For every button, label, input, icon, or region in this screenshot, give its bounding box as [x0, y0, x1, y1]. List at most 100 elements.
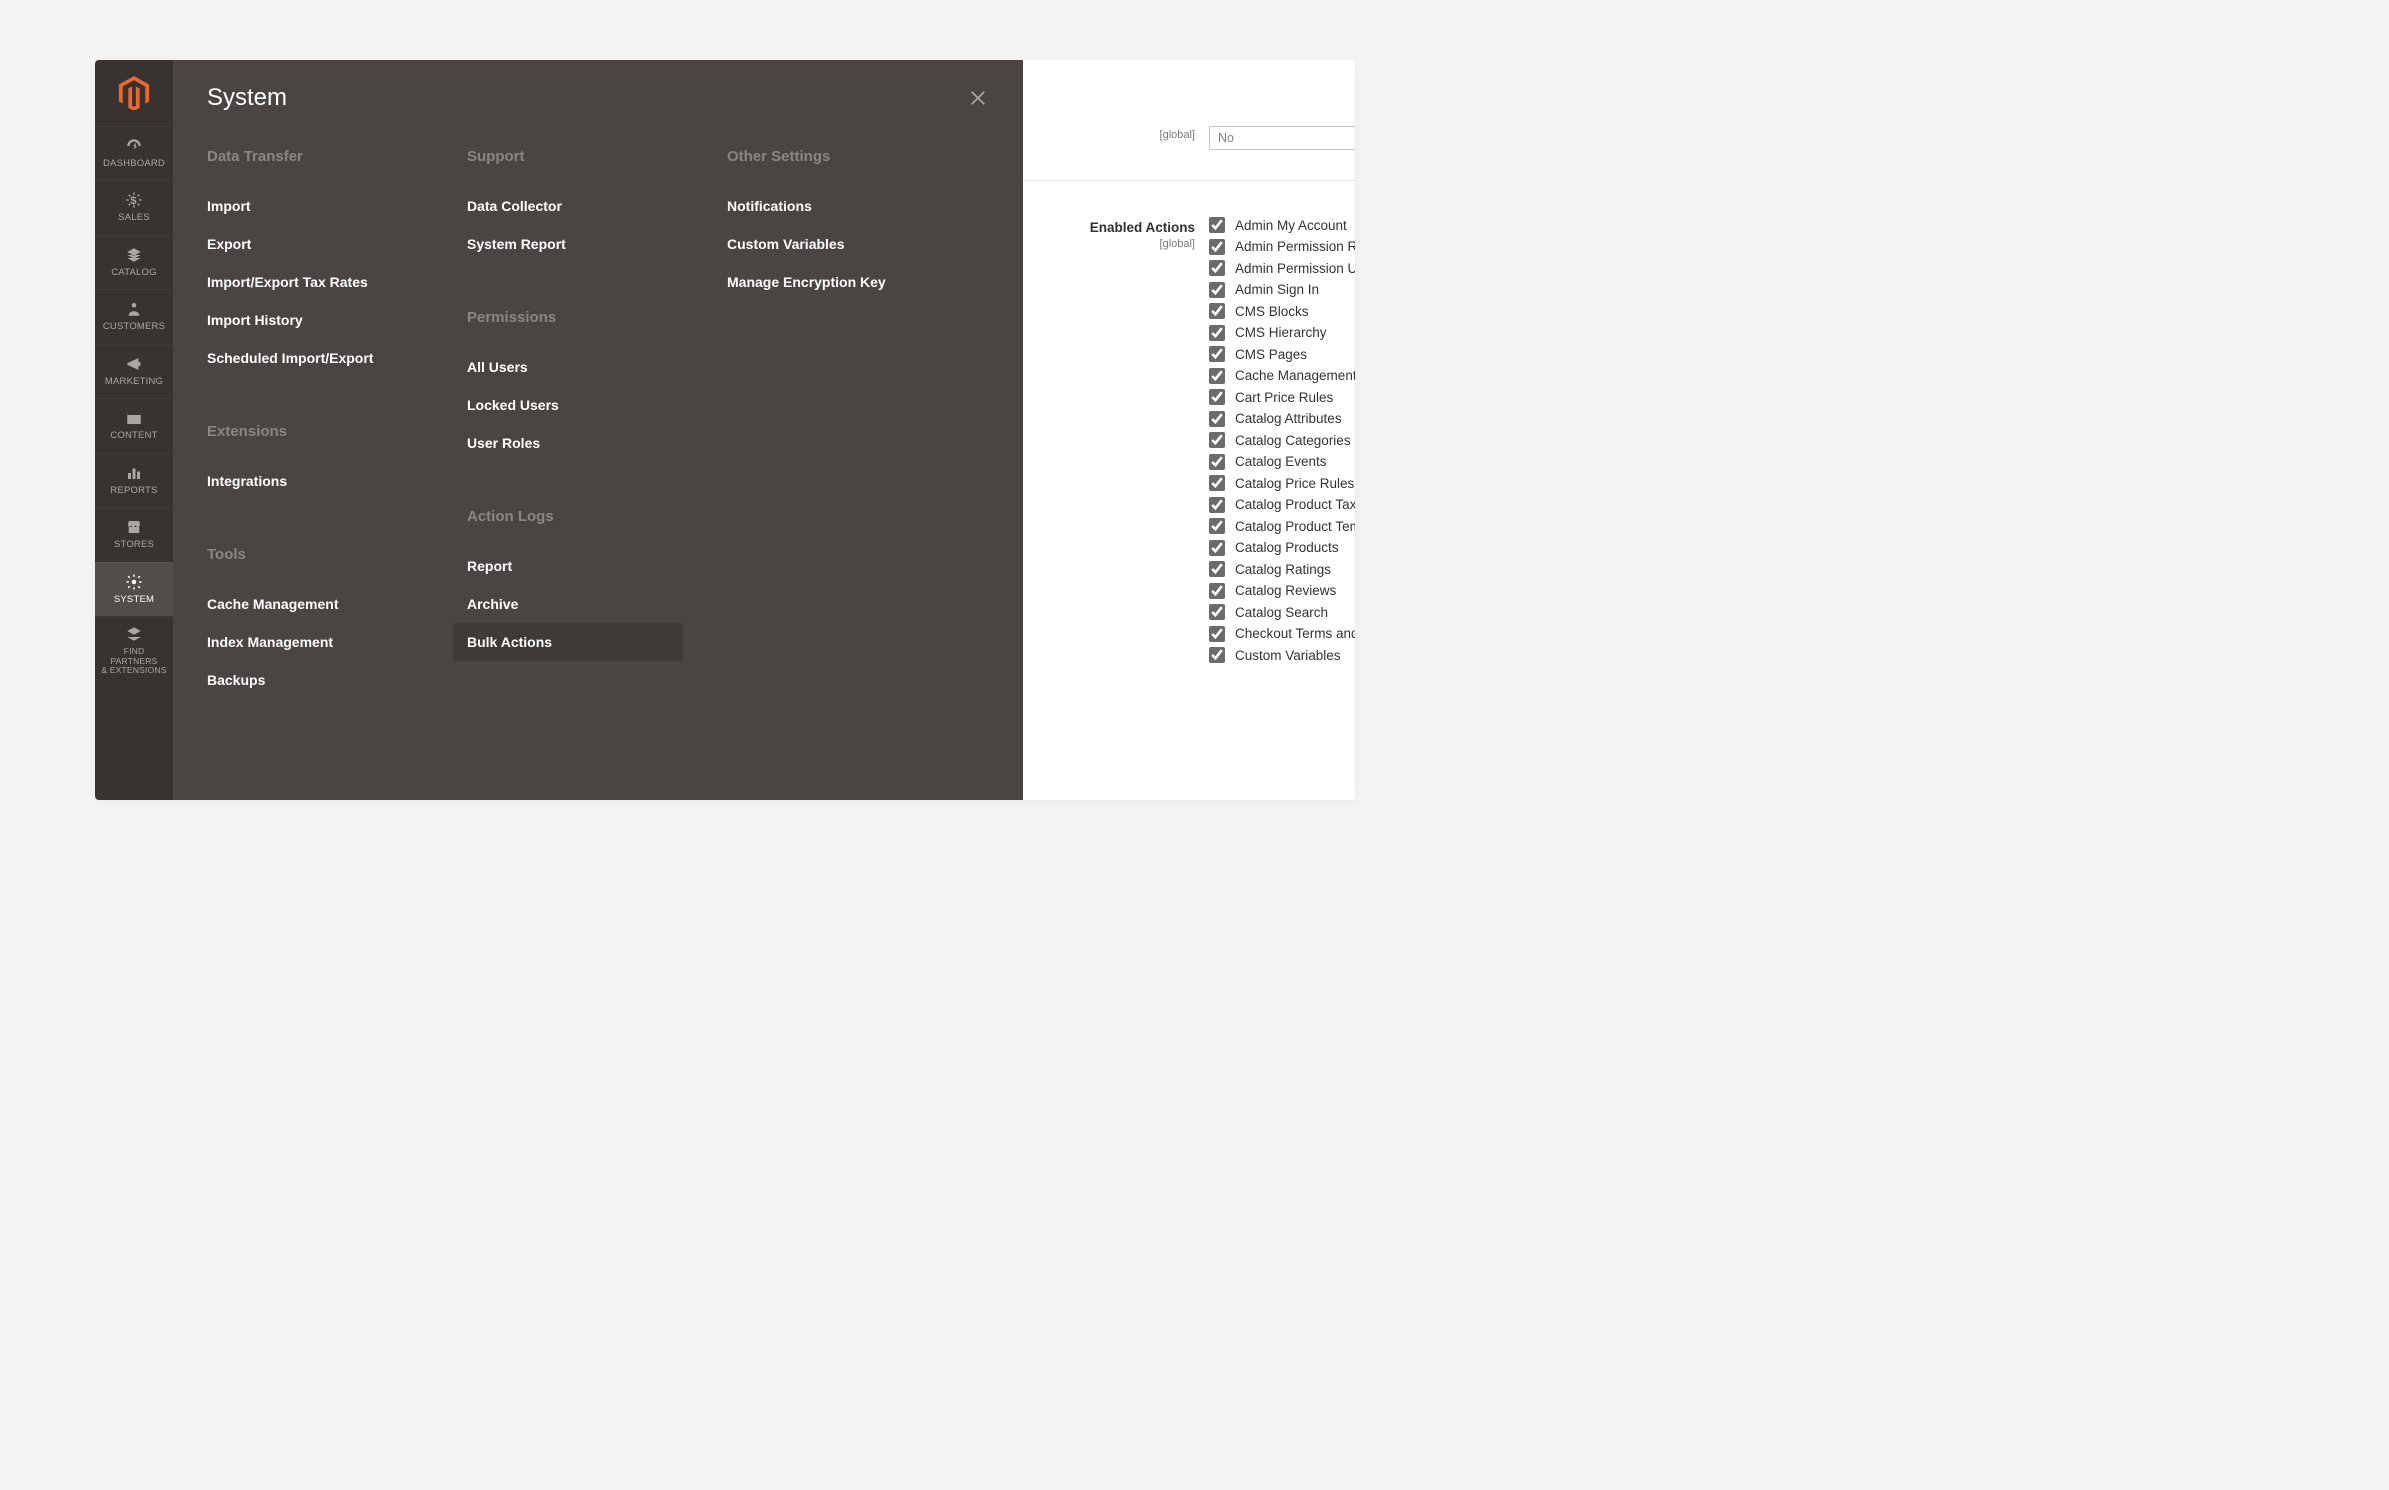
action-checkbox-row: Catalog Attributes [1209, 411, 1355, 427]
enabled-actions-scope: [global] [1023, 238, 1195, 250]
nav-label: CONTENT [110, 431, 157, 441]
action-checkbox-row: Catalog Categories [1209, 432, 1355, 448]
flyout-col-2: SupportData CollectorSystem ReportPermis… [467, 148, 727, 707]
menu-import[interactable]: Import [207, 187, 467, 225]
config-content: [global] No Enabled Actions [global] Adm… [1023, 60, 1355, 800]
action-checkbox[interactable] [1209, 604, 1225, 620]
nav-reports[interactable]: REPORTS [95, 453, 173, 507]
action-label: Admin My Account [1235, 218, 1347, 233]
action-checkbox[interactable] [1209, 411, 1225, 427]
action-label: Catalog Ratings [1235, 562, 1331, 577]
action-checkbox[interactable] [1209, 432, 1225, 448]
divider [1023, 180, 1355, 181]
action-checkbox-row: CMS Hierarchy [1209, 325, 1355, 341]
nav-marketing[interactable]: MARKETING [95, 344, 173, 398]
action-checkbox[interactable] [1209, 282, 1225, 298]
action-checkbox[interactable] [1209, 583, 1225, 599]
menu-data-collector[interactable]: Data Collector [467, 187, 727, 225]
action-label: Catalog Price Rules [1235, 476, 1354, 491]
action-checkbox[interactable] [1209, 389, 1225, 405]
nav-label: FIND PARTNERS& EXTENSIONS [99, 647, 169, 676]
menu-heading: Extensions [207, 423, 467, 440]
nav-dashboard[interactable]: DASHBOARD [95, 126, 173, 180]
action-checkbox[interactable] [1209, 239, 1225, 255]
action-checkbox-row: Cache Management [1209, 368, 1355, 384]
action-checkbox[interactable] [1209, 325, 1225, 341]
action-label: Checkout Terms and Condi [1235, 626, 1355, 641]
menu-index-management[interactable]: Index Management [207, 623, 467, 661]
nav-stores[interactable]: STORES [95, 507, 173, 561]
action-checkbox[interactable] [1209, 518, 1225, 534]
nav-customers[interactable]: CUSTOMERS [95, 289, 173, 343]
menu-scheduled-import-export[interactable]: Scheduled Import/Export [207, 339, 467, 377]
menu-heading: Other Settings [727, 148, 987, 165]
action-checkbox[interactable] [1209, 346, 1225, 362]
action-checkbox-row: Catalog Product Templates [1209, 518, 1355, 534]
menu-locked-users[interactable]: Locked Users [467, 386, 727, 424]
action-checkbox[interactable] [1209, 497, 1225, 513]
action-checkbox-row: Admin Permission Users [1209, 260, 1355, 276]
menu-import-history[interactable]: Import History [207, 301, 467, 339]
action-checkbox[interactable] [1209, 647, 1225, 663]
menu-custom-variables[interactable]: Custom Variables [727, 225, 987, 263]
menu-all-users[interactable]: All Users [467, 348, 727, 386]
action-checkbox[interactable] [1209, 368, 1225, 384]
action-checkbox-row: Catalog Products [1209, 540, 1355, 556]
action-label: Catalog Product Tax Classe [1235, 497, 1355, 512]
action-checkbox[interactable] [1209, 475, 1225, 491]
content-icon [125, 409, 143, 427]
svg-text:$: $ [130, 195, 137, 207]
action-label: Cache Management [1235, 368, 1355, 383]
action-checkbox[interactable] [1209, 540, 1225, 556]
nav-label: REPORTS [110, 486, 157, 496]
menu-heading: Data Transfer [207, 148, 467, 165]
action-checkbox-row: Admin My Account [1209, 217, 1355, 233]
top-select[interactable]: No [1209, 126, 1355, 150]
menu-integrations[interactable]: Integrations [207, 462, 467, 500]
menu-export[interactable]: Export [207, 225, 467, 263]
menu-bulk-actions[interactable]: Bulk Actions [453, 623, 683, 661]
menu-import-export-tax-rates[interactable]: Import/Export Tax Rates [207, 263, 467, 301]
action-label: CMS Pages [1235, 347, 1307, 362]
magento-logo[interactable] [95, 60, 173, 126]
nav-system[interactable]: SYSTEM [95, 562, 173, 616]
menu-backups[interactable]: Backups [207, 661, 467, 699]
action-label: Custom Variables [1235, 648, 1341, 663]
menu-heading: Action Logs [467, 508, 727, 525]
action-label: Catalog Attributes [1235, 411, 1342, 426]
action-label: Admin Sign In [1235, 282, 1319, 297]
action-checkbox[interactable] [1209, 217, 1225, 233]
menu-manage-encryption-key[interactable]: Manage Encryption Key [727, 263, 987, 301]
dashboard-icon [125, 137, 143, 155]
action-checkbox-row: Admin Sign In [1209, 282, 1355, 298]
menu-notifications[interactable]: Notifications [727, 187, 987, 225]
action-label: Cart Price Rules [1235, 390, 1333, 405]
enabled-actions-list: Admin My AccountAdmin Permission RolesAd… [1209, 217, 1355, 663]
menu-user-roles[interactable]: User Roles [467, 424, 727, 462]
action-checkbox[interactable] [1209, 303, 1225, 319]
action-checkbox-row: CMS Blocks [1209, 303, 1355, 319]
system-icon [125, 573, 143, 591]
admin-window: DASHBOARD $ SALES CATALOG CUSTOMERS MARKETING… [95, 60, 1355, 800]
menu-report[interactable]: Report [467, 547, 727, 585]
menu-archive[interactable]: Archive [467, 585, 727, 623]
nav-content[interactable]: CONTENT [95, 398, 173, 452]
menu-system-report[interactable]: System Report [467, 225, 727, 263]
close-icon[interactable] [967, 87, 989, 109]
nav-catalog[interactable]: CATALOG [95, 235, 173, 289]
nav-label: SALES [118, 213, 150, 223]
nav-sales[interactable]: $ SALES [95, 180, 173, 234]
action-label: Catalog Product Templates [1235, 519, 1355, 534]
action-checkbox[interactable] [1209, 260, 1225, 276]
action-checkbox[interactable] [1209, 454, 1225, 470]
nav-label: CUSTOMERS [103, 322, 165, 332]
action-checkbox-row: Catalog Price Rules [1209, 475, 1355, 491]
nav-partners[interactable]: FIND PARTNERS& EXTENSIONS [95, 616, 173, 686]
action-checkbox[interactable] [1209, 561, 1225, 577]
menu-heading: Support [467, 148, 727, 165]
menu-cache-management[interactable]: Cache Management [207, 585, 467, 623]
action-checkbox[interactable] [1209, 626, 1225, 642]
customers-icon [125, 300, 143, 318]
stores-icon [125, 518, 143, 536]
action-checkbox-row: Catalog Reviews [1209, 583, 1355, 599]
